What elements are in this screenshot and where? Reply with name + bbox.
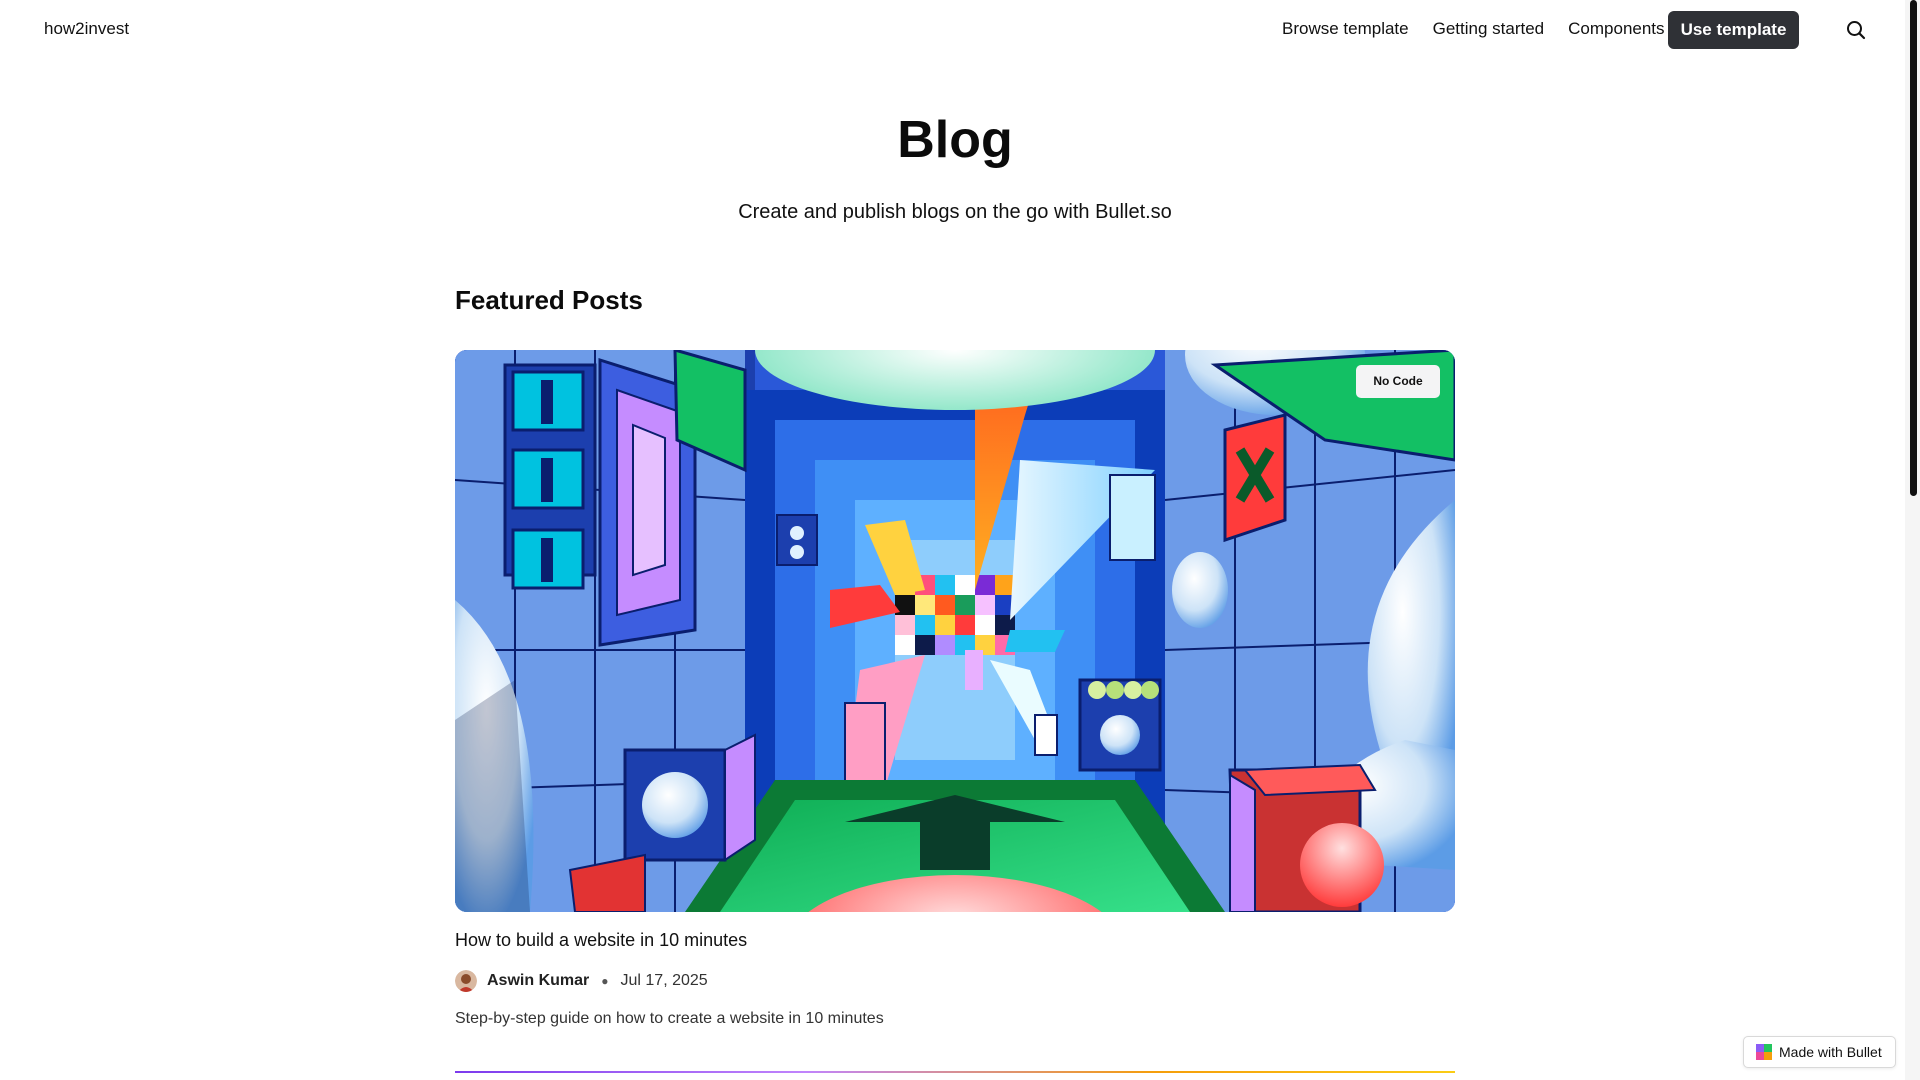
- scrollbar-thumb[interactable]: [1910, 0, 1917, 496]
- category-tag[interactable]: No Code: [1356, 365, 1440, 398]
- badge-label: Made with Bullet: [1779, 1044, 1882, 1060]
- post-excerpt: Step-by-step guide on how to create a we…: [455, 1010, 884, 1027]
- post-title[interactable]: How to build a website in 10 minutes: [455, 930, 747, 951]
- nav-link-browse-template[interactable]: Browse template: [1282, 19, 1409, 39]
- featured-posts-heading: Featured Posts: [455, 285, 643, 315]
- search-icon[interactable]: [1845, 19, 1867, 41]
- post-meta: Aswin Kumar ● Jul 17, 2025: [455, 970, 708, 992]
- page-subtitle: Create and publish blogs on the go with …: [738, 201, 1172, 223]
- meta-separator: ●: [601, 974, 609, 988]
- nav-link-components[interactable]: Components: [1568, 19, 1664, 39]
- page-title: Blog: [897, 111, 1013, 169]
- abstract-3d-corridor-illustration: [455, 350, 1455, 912]
- page-scrollbar[interactable]: [1905, 0, 1920, 1080]
- made-with-bullet-badge[interactable]: Made with Bullet: [1743, 1036, 1896, 1068]
- author-name[interactable]: Aswin Kumar: [487, 972, 589, 990]
- use-template-button[interactable]: Use template: [1668, 11, 1799, 49]
- gradient-divider: [455, 1071, 1455, 1073]
- bullet-logo-icon: [1756, 1044, 1772, 1060]
- nav-link-getting-started[interactable]: Getting started: [1433, 19, 1545, 39]
- author-avatar: [455, 970, 477, 992]
- top-nav: how2invest Browse template Getting start…: [0, 0, 1905, 60]
- post-date: Jul 17, 2025: [620, 972, 708, 989]
- brand-logo-text[interactable]: how2invest: [44, 19, 129, 39]
- nav-links: Browse template Getting started Componen…: [1282, 19, 1689, 39]
- page: how2invest Browse template Getting start…: [0, 0, 1905, 1080]
- featured-post-image[interactable]: [455, 350, 1455, 912]
